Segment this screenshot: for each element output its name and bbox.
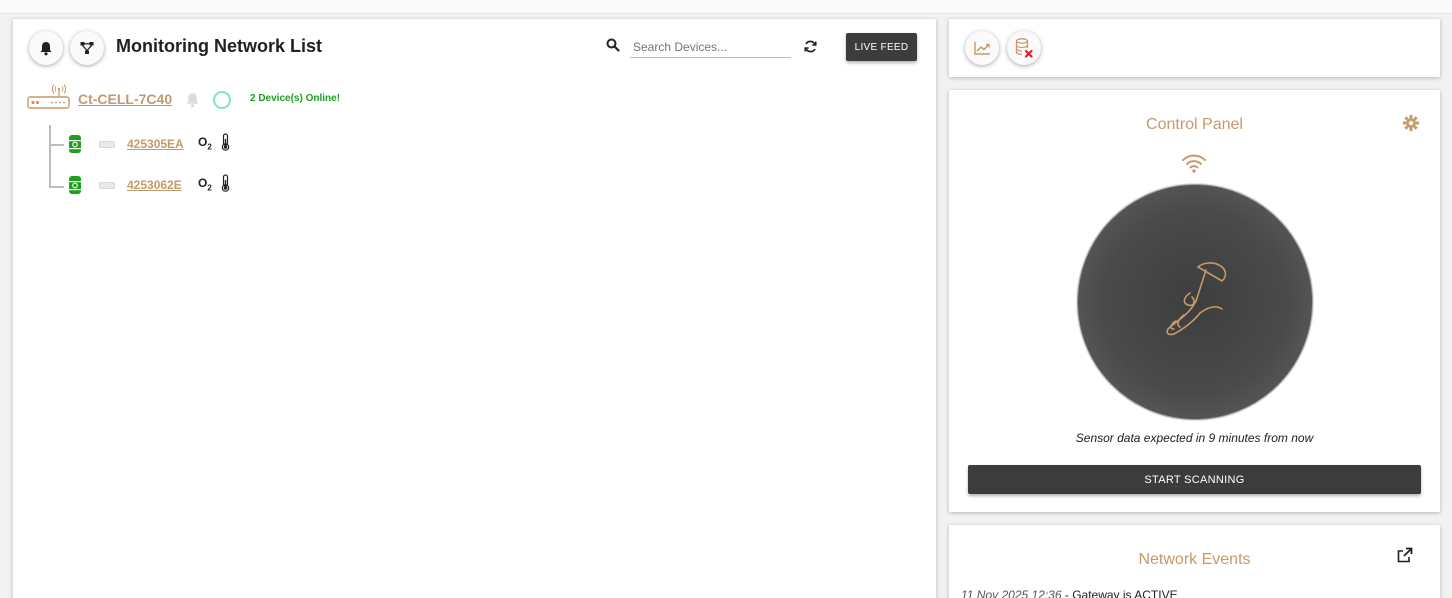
control-panel-title: Control Panel — [1146, 116, 1243, 133]
page-title: Monitoring Network List — [116, 36, 322, 56]
gateway-status-indicator — [213, 91, 231, 109]
clear-data-button[interactable] — [1007, 31, 1041, 65]
oxygen-sensor-label: O2 — [198, 135, 212, 152]
start-scanning-button[interactable]: START SCANNING — [968, 465, 1421, 494]
scan-area[interactable] — [1077, 184, 1313, 420]
gateway-online-count: 2 Device(s) Online! — [250, 93, 341, 104]
gateway-bell-icon[interactable] — [185, 92, 200, 108]
thermometer-icon — [221, 133, 230, 151]
search-icon — [606, 38, 620, 52]
monitoring-network-card: Monitoring Network List LIVE FEED Ct-CEL… — [13, 19, 936, 598]
device-id-link[interactable]: 4253062E — [127, 178, 182, 192]
sensor-device-icon — [69, 176, 81, 194]
brand-logo-icon — [1166, 262, 1227, 336]
tools-card — [949, 19, 1440, 77]
tree-branch — [49, 186, 64, 188]
battery-indicator — [99, 141, 115, 148]
network-events-card: Network Events 11 Nov 2025 12:36 - Gatew… — [949, 525, 1440, 598]
analytics-button[interactable] — [965, 31, 999, 65]
search-devices-input[interactable] — [630, 36, 791, 58]
notifications-button[interactable] — [29, 31, 63, 65]
live-feed-button[interactable]: LIVE FEED — [846, 33, 917, 61]
wifi-icon — [1182, 154, 1206, 173]
event-entry: 11 Nov 2025 12:36 - Gateway is ACTIVE — [961, 588, 1178, 598]
external-link-icon[interactable] — [1397, 547, 1413, 563]
sensor-eta-message: Sensor data expected in 9 minutes from n… — [1075, 431, 1314, 445]
gear-icon[interactable] — [1403, 115, 1419, 131]
chart-icon — [973, 42, 990, 55]
top-strip — [0, 0, 1452, 14]
tree-connector — [49, 125, 51, 188]
network-icon — [80, 42, 94, 54]
network-events-title: Network Events — [1138, 551, 1251, 568]
battery-indicator — [99, 182, 115, 189]
gateway-name-link[interactable]: Ct-CELL-7C40 — [78, 91, 172, 107]
bell-icon — [40, 41, 52, 55]
oxygen-sensor-label: O2 — [198, 176, 212, 193]
sensor-device-icon — [69, 135, 81, 153]
refresh-icon[interactable] — [804, 40, 817, 53]
thermometer-icon — [221, 174, 230, 192]
network-topology-button[interactable] — [70, 31, 104, 65]
gateway-router-icon[interactable] — [27, 83, 71, 111]
control-panel-card: Control Panel Sensor data expected in 9 … — [949, 90, 1440, 512]
tree-branch — [49, 144, 64, 146]
device-id-link[interactable]: 425305EA — [127, 137, 184, 151]
database-remove-icon — [1015, 38, 1033, 58]
